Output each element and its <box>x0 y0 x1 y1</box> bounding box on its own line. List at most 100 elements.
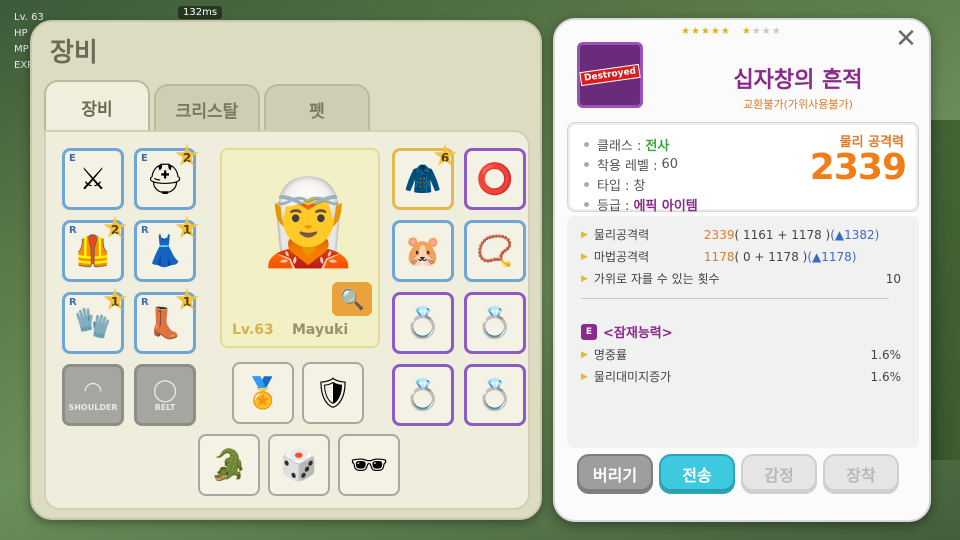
badge-slot[interactable]: 🛡 <box>302 362 364 424</box>
item-name: 십자창의 흔적 <box>733 68 863 93</box>
hud-hp-label: HP <box>14 28 28 39</box>
crocodile-icon: 🐊 <box>210 447 248 483</box>
equipment-window: 장비 장비 크리스탈 펫 E ⚔ E 2 ⛑ R 2 🦺 R 1 👗 R 1 🧤 <box>30 20 542 520</box>
gloves-slot[interactable]: R 1 🧤 <box>62 288 127 354</box>
potential-value: 1.6% <box>870 347 902 362</box>
grade-label: 등급 : <box>597 199 630 214</box>
pendant-slot[interactable]: 📿 <box>464 220 526 282</box>
slot-grade: R <box>69 297 77 308</box>
ring-slot-2[interactable]: 💍 <box>392 292 454 354</box>
star-filled-icon: ★ <box>700 26 710 37</box>
potential-title: E <잠재능력> <box>581 322 673 341</box>
bullet-icon <box>584 182 589 187</box>
equipment-panel: E ⚔ E 2 ⛑ R 2 🦺 R 1 👗 R 1 🧤 R 1 👢 ◠ SHOU… <box>44 130 530 510</box>
ring-slot-1[interactable]: ⭕ <box>464 148 526 210</box>
shoulder-label: SHOULDER <box>68 403 118 412</box>
potential-row: ▶ 물리대미지증가 1.6% <box>581 368 901 385</box>
slot-grade: R <box>69 225 77 236</box>
level-label: 착용 레벨 : <box>597 159 658 174</box>
potential-row: ▶ 명중률 1.6% <box>581 346 901 363</box>
stat-detail: ( 1161 + 1178 ) <box>734 227 831 242</box>
bottom-armor-slot[interactable]: R 1 👗 <box>134 216 199 282</box>
belt-slot-empty[interactable]: ◯ BELT <box>134 364 196 426</box>
double-ring-icon: ⭕ <box>476 161 514 197</box>
pendant-icon: 📿 <box>476 233 514 269</box>
spear-icon: ⚔ <box>79 161 107 197</box>
stat-row-magic: ▶ 마법공격력 1178 ( 0 + 1178 ) (▲1178) <box>581 248 901 265</box>
transfer-button[interactable]: 전송 <box>659 454 735 494</box>
stat-label: 가위로 자를 수 있는 횟수 <box>593 272 720 286</box>
medal-icon: 🏅 <box>244 375 282 411</box>
ping-indicator: 132ms <box>178 6 223 19</box>
stat-value: 10 <box>885 271 901 286</box>
helmet-slot[interactable]: E 2 ⛑ <box>134 144 199 210</box>
slot-grade: R <box>141 297 149 308</box>
sunglasses-icon: 🕶 <box>349 447 389 483</box>
badge-icon: 🛡 <box>313 375 353 411</box>
stat-detail: ( 0 + 1178 ) <box>734 249 808 264</box>
character-name: Mayuki <box>292 322 349 338</box>
info-level: 착용 레벨 : 60 <box>584 155 678 174</box>
potential-value: 1.6% <box>870 369 902 384</box>
item-stats-box: ▶ 물리공격력 2339 ( 1161 + 1178 ) (▲1382) ▶ 마… <box>567 216 919 448</box>
totem-slot-1[interactable]: 🐊 <box>198 434 260 496</box>
shoulder-icon: ◠ <box>84 378 102 403</box>
item-trade-status: 교환불가(가위사용불가) <box>743 98 853 111</box>
shoes-slot[interactable]: R 1 👢 <box>134 288 199 354</box>
stat-row-phys: ▶ 물리공격력 2339 ( 1161 + 1178 ) (▲1382) <box>581 226 901 243</box>
ring-icon: 💍 <box>476 305 514 341</box>
info-grade: 등급 : 에픽 아이템 <box>584 195 698 214</box>
potential-label: 명중률 <box>593 348 628 362</box>
appraise-button[interactable]: 감정 <box>741 454 817 494</box>
tab-pet[interactable]: 펫 <box>264 84 370 132</box>
shoulder-slot-empty[interactable]: ◠ SHOULDER <box>62 364 124 426</box>
cape-slot[interactable]: 6 🧥 <box>392 144 457 210</box>
ring-slot-3[interactable]: 💍 <box>464 292 526 354</box>
eye-accessory-slot[interactable]: 🕶 <box>338 434 400 496</box>
medal-slot[interactable]: 🏅 <box>232 362 294 424</box>
class-label: 클래스 : <box>597 139 642 154</box>
star-filled-icon: ★ <box>681 26 690 37</box>
equipment-tabs: 장비 크리스탈 펫 <box>44 80 370 132</box>
stat-row-scissors: ▶ 가위로 자를 수 있는 횟수 10 <box>581 270 901 287</box>
ring-slot-5[interactable]: 💍 <box>464 364 526 426</box>
star-force-rating: ★ ★ ★ ★ ★ ★ ★ ★ ★ <box>681 26 781 37</box>
boots-icon: 👢 <box>146 305 184 341</box>
arrow-icon: ▶ <box>581 371 588 382</box>
zoom-button[interactable]: 🔍 <box>332 282 372 316</box>
star-filled-icon: ★ <box>741 26 751 37</box>
tab-crystal[interactable]: 크리스탈 <box>154 84 260 132</box>
hud-mp-label: MP <box>14 44 29 55</box>
pet-equip-slot[interactable]: 🐹 <box>392 220 454 282</box>
tab-equipment[interactable]: 장비 <box>44 80 150 132</box>
star-filled-icon: ★ <box>720 26 730 37</box>
character-preview: 🧝 Lv.63 Mayuki 🔍 <box>220 148 380 348</box>
stat-label: 마법공격력 <box>593 250 650 264</box>
item-detail-window: ✕ ★ ★ ★ ★ ★ ★ ★ ★ ★ Destroyed 십자창의 흔적 교환불가(가위사용불… <box>553 18 931 522</box>
star-empty-icon: ★ <box>751 26 761 37</box>
character-level: Lv.63 <box>232 322 274 338</box>
ring-icon: 💍 <box>404 305 442 341</box>
cape-icon: 🧥 <box>404 161 442 197</box>
stat-label: 물리공격력 <box>593 228 650 242</box>
ring-slot-4[interactable]: 💍 <box>392 364 454 426</box>
skirt-icon: 👗 <box>146 233 184 269</box>
star-empty-icon: ★ <box>761 26 771 37</box>
slot-grade: R <box>141 225 149 236</box>
potential-label: <잠재능력> <box>603 326 673 341</box>
background-scenery <box>926 120 960 460</box>
slot-grade: E <box>141 153 148 164</box>
star-empty-icon: ★ <box>771 26 781 37</box>
belt-icon: ◯ <box>152 378 178 403</box>
divider <box>581 298 889 299</box>
close-button[interactable]: ✕ <box>893 26 919 52</box>
top-armor-slot[interactable]: R 2 🦺 <box>62 216 127 282</box>
weapon-slot[interactable]: E ⚔ <box>62 148 124 210</box>
totem-slot-2[interactable]: 🎲 <box>268 434 330 496</box>
search-icon: 🔍 <box>339 287 365 311</box>
stat-main: 2339 <box>703 227 735 242</box>
arrow-icon: ▶ <box>581 251 588 262</box>
bullet-icon <box>584 162 589 167</box>
discard-button[interactable]: 버리기 <box>577 454 653 494</box>
equip-button[interactable]: 장착 <box>823 454 899 494</box>
